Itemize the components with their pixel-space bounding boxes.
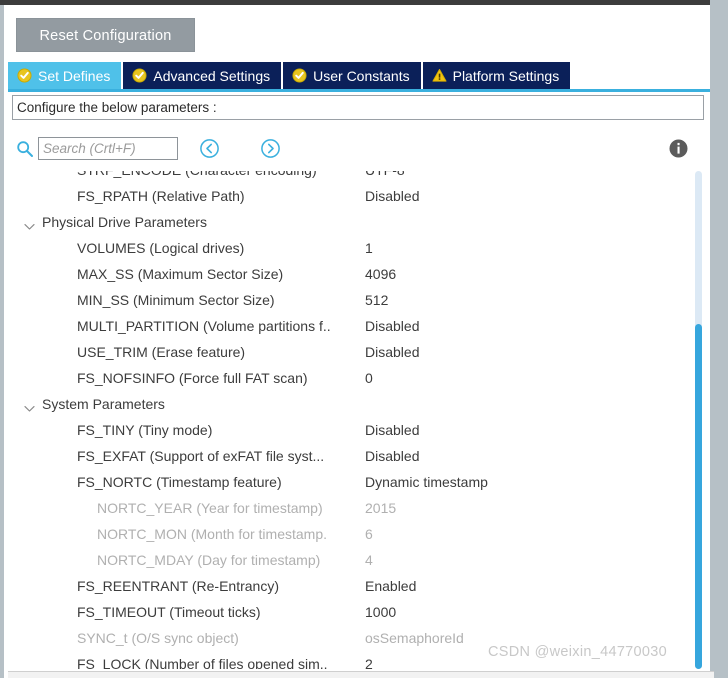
parameter-name: FS_REENTRANT (Re-Entrancy)	[77, 578, 280, 594]
parameter-row[interactable]: FS_LOCK (Number of files opened sim.. 2	[12, 651, 704, 669]
parameter-name: USE_TRIM (Erase feature)	[77, 344, 246, 360]
tab-platform-settings[interactable]: Platform Settings	[422, 62, 573, 89]
parameter-list[interactable]: STRF_ENCODE (Character encoding)UTF-8FS_…	[12, 171, 704, 669]
parameter-group-header[interactable]: System Parameters	[12, 391, 704, 417]
chevron-down-icon[interactable]	[24, 218, 35, 230]
parameter-value[interactable]: UTF-8	[365, 171, 405, 183]
parameter-value[interactable]: Disabled	[365, 183, 419, 209]
parameter-name: FS_NOFSINFO (Force full FAT scan)	[77, 370, 308, 386]
parameter-row[interactable]: USE_TRIM (Erase feature) Disabled	[12, 339, 704, 365]
configure-instruction-text: Configure the below parameters :	[12, 95, 704, 120]
parameter-value[interactable]: 6	[365, 521, 373, 547]
parameter-row[interactable]: FS_NORTC (Timestamp feature) Dynamic time…	[12, 469, 704, 495]
parameter-row[interactable]: MIN_SS (Minimum Sector Size) 512	[12, 287, 704, 313]
parameter-row[interactable]: FS_NOFSINFO (Force full FAT scan) 0	[12, 365, 704, 391]
parameter-value[interactable]: 2	[365, 651, 373, 669]
parameter-name: FS_EXFAT (Support of exFAT file syst...	[77, 448, 325, 464]
search-icon	[16, 140, 34, 158]
reset-configuration-button[interactable]: Reset Configuration	[16, 18, 195, 52]
scrollbar-thumb[interactable]	[695, 324, 702, 669]
chevron-down-icon[interactable]	[24, 400, 35, 412]
tab-label: Advanced Settings	[153, 67, 271, 84]
tab-advanced-settings[interactable]: Advanced Settings	[123, 62, 284, 89]
parameter-name: MULTI_PARTITION (Volume partitions f..	[77, 318, 331, 334]
window-right-gutter	[710, 0, 728, 678]
tab-label: User Constants	[313, 67, 410, 84]
parameter-row[interactable]: NORTC_MON (Month for timestamp. 6	[12, 521, 704, 547]
parameter-value[interactable]: 512	[365, 287, 388, 313]
parameter-value[interactable]: 0	[365, 365, 373, 391]
tab-bar: Set Defines Advanced Settings User Const…	[8, 62, 710, 89]
parameter-name: VOLUMES (Logical drives)	[77, 240, 245, 256]
parameter-row[interactable]: STRF_ENCODE (Character encoding) UTF-8	[12, 171, 704, 183]
parameter-name: STRF_ENCODE (Character encoding)	[77, 171, 357, 178]
panel-bottom-strip	[8, 671, 714, 678]
parameter-value[interactable]: Dynamic timestamp	[365, 469, 488, 495]
parameter-value[interactable]: 4096	[365, 261, 396, 287]
parameter-name: SYNC_t (O/S sync object)	[77, 630, 239, 646]
parameter-name: NORTC_MON (Month for timestamp.	[97, 526, 328, 542]
parameter-name: MAX_SS (Maximum Sector Size)	[77, 266, 284, 282]
parameter-name: FS_LOCK (Number of files opened sim..	[77, 656, 328, 669]
check-circle-icon	[132, 68, 147, 83]
vertical-scrollbar[interactable]	[694, 171, 703, 669]
check-circle-icon	[292, 68, 307, 83]
parameter-name: NORTC_MDAY (Day for timestamp)	[97, 552, 321, 568]
parameter-row[interactable]: NORTC_MDAY (Day for timestamp) 4	[12, 547, 704, 573]
parameter-value[interactable]: 1	[365, 235, 373, 261]
parameter-row[interactable]: MULTI_PARTITION (Volume partitions f.. Di…	[12, 313, 704, 339]
parameter-value[interactable]: Disabled	[365, 339, 419, 365]
parameter-row[interactable]: VOLUMES (Logical drives) 1	[12, 235, 704, 261]
parameter-name: FS_TIMEOUT (Timeout ticks)	[77, 604, 261, 620]
parameter-name: FS_TINY (Tiny mode)	[77, 422, 213, 438]
parameter-row[interactable]: MAX_SS (Maximum Sector Size) 4096	[12, 261, 704, 287]
parameter-row[interactable]: FS_RPATH (Relative Path) Disabled	[12, 183, 704, 209]
tab-set-defines[interactable]: Set Defines	[8, 62, 124, 89]
tab-label: Platform Settings	[452, 67, 560, 84]
search-previous-button[interactable]	[199, 138, 220, 159]
info-icon[interactable]	[668, 138, 689, 159]
configuration-panel: Reset Configuration Set Defines Advanced…	[4, 5, 714, 678]
warning-triangle-icon	[432, 68, 447, 83]
parameter-group-header[interactable]: Physical Drive Parameters	[12, 209, 704, 235]
check-circle-icon	[17, 68, 32, 83]
parameter-row[interactable]: FS_TIMEOUT (Timeout ticks) 1000	[12, 599, 704, 625]
parameter-value[interactable]: Enabled	[365, 573, 416, 599]
group-label: System Parameters	[42, 396, 165, 412]
parameter-value[interactable]: Disabled	[365, 417, 419, 443]
parameter-row[interactable]: FS_EXFAT (Support of exFAT file syst... D…	[12, 443, 704, 469]
parameter-row[interactable]: FS_REENTRANT (Re-Entrancy) Enabled	[12, 573, 704, 599]
parameter-name: FS_NORTC (Timestamp feature)	[77, 474, 282, 490]
parameter-name: MIN_SS (Minimum Sector Size)	[77, 292, 275, 308]
tab-underline-spacer	[8, 92, 710, 94]
parameter-value[interactable]: Disabled	[365, 443, 419, 469]
parameter-value[interactable]: 2015	[365, 495, 396, 521]
tab-label: Set Defines	[38, 67, 111, 84]
parameter-row[interactable]: SYNC_t (O/S sync object) osSemaphoreId	[12, 625, 704, 651]
parameter-value[interactable]: Disabled	[365, 313, 419, 339]
parameter-row[interactable]: NORTC_YEAR (Year for timestamp) 2015	[12, 495, 704, 521]
parameter-row[interactable]: FS_TINY (Tiny mode) Disabled	[12, 417, 704, 443]
parameter-value[interactable]: 4	[365, 547, 373, 573]
search-input[interactable]	[38, 137, 178, 160]
tab-user-constants[interactable]: User Constants	[283, 62, 423, 89]
parameter-value[interactable]: osSemaphoreId	[365, 625, 464, 651]
search-toolbar	[12, 133, 704, 167]
search-next-button[interactable]	[260, 138, 281, 159]
parameter-name: NORTC_YEAR (Year for timestamp)	[97, 500, 323, 516]
parameter-name: FS_RPATH (Relative Path)	[77, 188, 245, 204]
parameter-value[interactable]: 1000	[365, 599, 396, 625]
group-label: Physical Drive Parameters	[42, 214, 207, 230]
application-window: Reset Configuration Set Defines Advanced…	[0, 0, 728, 678]
